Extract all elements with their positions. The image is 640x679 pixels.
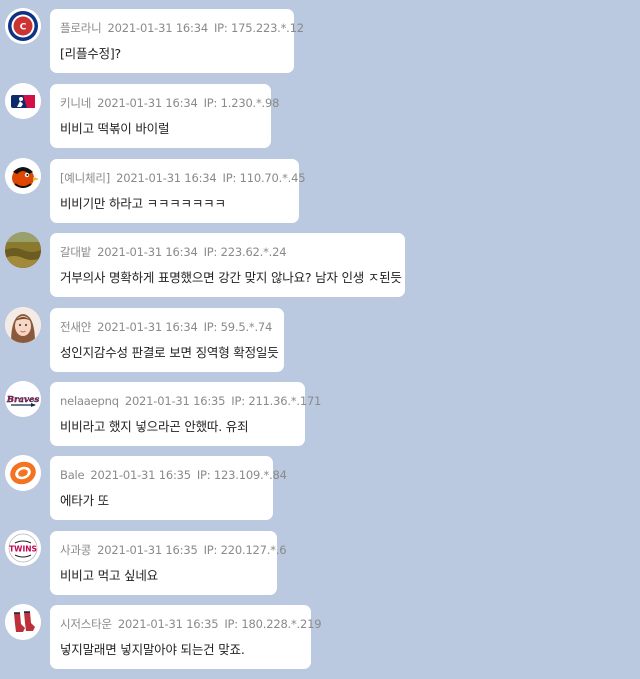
- message-text: 거부의사 명확하게 표명했으면 강간 맞지 않나요? 남자 인생 ㅈ된듯: [60, 270, 402, 285]
- message-meta: 시저스타운 2021-01-31 16:35 IP: 180.228.*.219: [60, 617, 322, 631]
- ip-address: IP: 223.62.*.24: [203, 245, 287, 259]
- author-name[interactable]: 사과콩: [60, 543, 91, 557]
- oriole-bird-icon: [5, 158, 41, 194]
- message-bubble: 플로라니 2021-01-31 16:34 IP: 175.223.*.12 [리플…: [50, 9, 304, 73]
- chat-message: [예니체리] 2021-01-31 16:34 IP: 110.70.*.45 비비…: [0, 150, 640, 226]
- message-text: [리플수정]?: [60, 46, 121, 61]
- message-bubble: 사과콩 2021-01-31 16:35 IP: 220.127.*.6 비비고 먹…: [50, 531, 287, 595]
- field-photo-avatar[interactable]: [5, 232, 41, 268]
- timestamp: 2021-01-31 16:35: [90, 468, 191, 482]
- message-bubble: 시저스타운 2021-01-31 16:35 IP: 180.228.*.219 넣…: [50, 605, 322, 669]
- author-name[interactable]: 키니네: [60, 96, 91, 110]
- timestamp: 2021-01-31 16:35: [97, 543, 198, 557]
- message-bubble: 전새얀 2021-01-31 16:34 IP: 59.5.*.74 성인지감수성 …: [50, 308, 284, 372]
- chat-message: Braves nelaaepnq 2021-01-31 16:35 IP: 211.…: [0, 373, 640, 449]
- timestamp: 2021-01-31 16:34: [97, 245, 198, 259]
- message-meta: 플로라니 2021-01-31 16:34 IP: 175.223.*.12: [60, 21, 304, 35]
- redsox-logo-avatar[interactable]: [5, 604, 41, 640]
- message-text: 비비고 먹고 싶네요: [60, 568, 158, 583]
- svg-text:C: C: [20, 23, 27, 33]
- message-meta: nelaaepnq 2021-01-31 16:35 IP: 211.36.*.17…: [60, 394, 321, 408]
- message-bubble: 키니네 2021-01-31 16:34 IP: 1.230.*.98 비비고 떡볶…: [50, 84, 279, 148]
- author-name[interactable]: 갈대밭: [60, 245, 91, 259]
- ip-address: IP: 220.127.*.6: [203, 543, 287, 557]
- timestamp: 2021-01-31 16:34: [116, 171, 217, 185]
- message-text: 성인지감수성 판결로 보면 징역형 확정일듯: [60, 345, 279, 360]
- message-text: 비비고 떡볶이 바이럴: [60, 121, 170, 136]
- mlb-logo-avatar[interactable]: [5, 83, 41, 119]
- person-photo-icon: [5, 307, 41, 343]
- message-text: 비비라고 했지 넣으라곤 안했따. 유죄: [60, 419, 249, 434]
- braves-logo-avatar[interactable]: Braves: [5, 381, 41, 417]
- chat-message: 갈대밭 2021-01-31 16:34 IP: 223.62.*.24 거부의사 …: [0, 224, 640, 300]
- author-name[interactable]: 시저스타운: [60, 617, 112, 631]
- ip-address: IP: 110.70.*.45: [222, 171, 306, 185]
- eagles-logo-avatar[interactable]: [5, 455, 41, 491]
- message-meta: [예니체리] 2021-01-31 16:34 IP: 110.70.*.45: [60, 171, 306, 185]
- field-photo-icon: [5, 232, 41, 268]
- chat-message: 전새얀 2021-01-31 16:34 IP: 59.5.*.74 성인지감수성 …: [0, 299, 640, 375]
- eagles-logo-icon: [5, 455, 41, 491]
- ip-address: IP: 175.223.*.12: [213, 21, 304, 35]
- timestamp: 2021-01-31 16:34: [97, 96, 198, 110]
- ip-address: IP: 1.230.*.98: [203, 96, 280, 110]
- message-meta: 갈대밭 2021-01-31 16:34 IP: 223.62.*.24: [60, 245, 395, 259]
- chat-message: Bale 2021-01-31 16:35 IP: 123.109.*.84 에타가…: [0, 447, 640, 523]
- message-bubble: [예니체리] 2021-01-31 16:34 IP: 110.70.*.45 비비…: [50, 159, 306, 223]
- twins-logo-avatar[interactable]: TWINS: [5, 530, 41, 566]
- svg-text:TWINS: TWINS: [9, 545, 37, 554]
- cubs-logo-icon: C: [5, 8, 41, 44]
- message-meta: 키니네 2021-01-31 16:34 IP: 1.230.*.98: [60, 96, 279, 110]
- mlb-logo-icon: [5, 83, 41, 119]
- person-photo-avatar[interactable]: [5, 307, 41, 343]
- author-name[interactable]: Bale: [60, 468, 85, 482]
- author-name[interactable]: [예니체리]: [60, 171, 110, 185]
- orioles-logo-avatar[interactable]: [5, 158, 41, 194]
- chat-message: 시저스타운 2021-01-31 16:35 IP: 180.228.*.219 넣…: [0, 596, 640, 672]
- message-bubble: nelaaepnq 2021-01-31 16:35 IP: 211.36.*.17…: [50, 382, 321, 446]
- ip-address: IP: 59.5.*.74: [203, 320, 273, 334]
- timestamp: 2021-01-31 16:35: [117, 617, 219, 631]
- author-name[interactable]: nelaaepnq: [60, 394, 119, 408]
- ip-address: IP: 180.228.*.219: [224, 617, 322, 631]
- message-bubble: 갈대밭 2021-01-31 16:34 IP: 223.62.*.24 거부의사 …: [50, 233, 405, 297]
- timestamp: 2021-01-31 16:34: [107, 21, 209, 35]
- message-text: 에타가 또: [60, 493, 109, 508]
- ip-address: IP: 211.36.*.171: [231, 394, 322, 408]
- timestamp: 2021-01-31 16:34: [97, 320, 198, 334]
- cubs-logo-avatar[interactable]: C: [5, 8, 41, 44]
- twins-logo-icon: TWINS: [5, 530, 41, 566]
- message-meta: 사과콩 2021-01-31 16:35 IP: 220.127.*.6: [60, 543, 287, 557]
- author-name[interactable]: 플로라니: [60, 21, 102, 35]
- chat-message: C 플로라니 2021-01-31 16:34 IP: 175.223.*.12 […: [0, 0, 640, 76]
- message-text: 넣지말래면 넣지말아야 되는건 맞죠.: [60, 642, 245, 657]
- chat-message: TWINS 사과콩 2021-01-31 16:35 IP: 220.127.*.6…: [0, 522, 640, 598]
- braves-logo-icon: Braves: [5, 381, 41, 417]
- message-text: 비비기만 하라고 ㅋㅋㅋㅋㅋㅋㅋ: [60, 196, 226, 211]
- red-sox-logo-icon: [5, 604, 41, 640]
- chat-message: 키니네 2021-01-31 16:34 IP: 1.230.*.98 비비고 떡볶…: [0, 75, 640, 151]
- svg-text:Braves: Braves: [6, 395, 40, 405]
- author-name[interactable]: 전새얀: [60, 320, 91, 334]
- message-meta: Bale 2021-01-31 16:35 IP: 123.109.*.84: [60, 468, 287, 482]
- message-meta: 전새얀 2021-01-31 16:34 IP: 59.5.*.74: [60, 320, 274, 334]
- timestamp: 2021-01-31 16:35: [124, 394, 226, 408]
- ip-address: IP: 123.109.*.84: [196, 468, 287, 482]
- message-bubble: Bale 2021-01-31 16:35 IP: 123.109.*.84 에타가…: [50, 456, 287, 520]
- chat-list: C 플로라니 2021-01-31 16:34 IP: 175.223.*.12 […: [0, 0, 640, 679]
